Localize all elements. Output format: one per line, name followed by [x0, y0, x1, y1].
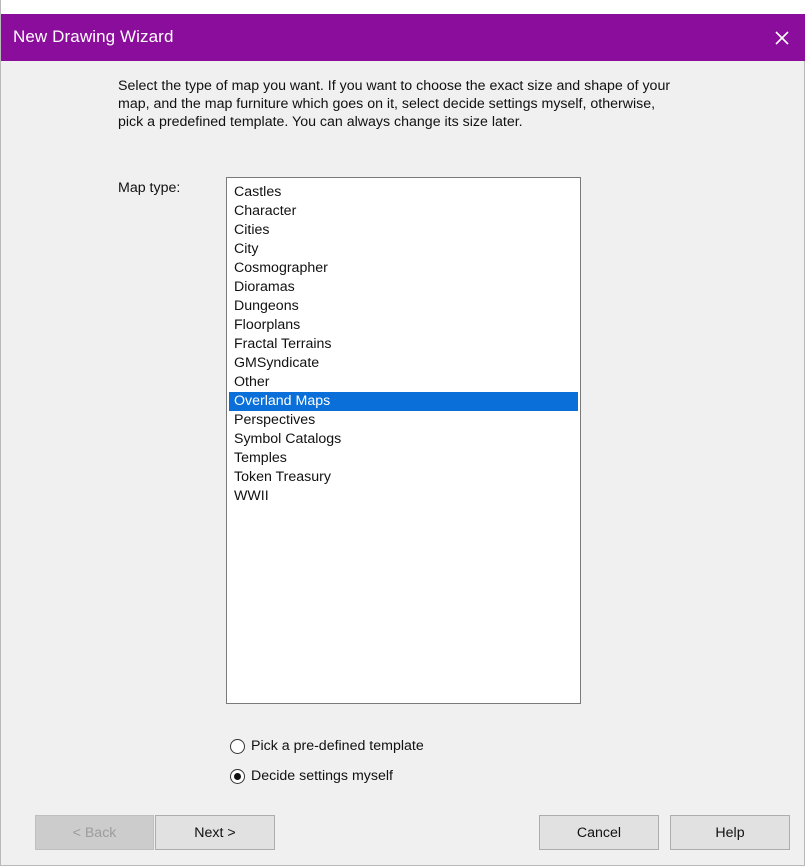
next-button[interactable]: Next >: [155, 815, 275, 850]
map-type-item[interactable]: WWII: [229, 487, 578, 506]
template-option-label: Pick a pre-defined template: [251, 738, 424, 754]
map-type-item[interactable]: Floorplans: [229, 316, 578, 335]
map-type-item[interactable]: Castles: [229, 183, 578, 202]
title-bar[interactable]: New Drawing Wizard: [1, 14, 805, 61]
map-type-item[interactable]: Cities: [229, 221, 578, 240]
template-option[interactable]: Pick a pre-defined template: [230, 736, 424, 756]
back-button[interactable]: < Back: [35, 815, 154, 850]
map-type-item[interactable]: Fractal Terrains: [229, 335, 578, 354]
map-type-item[interactable]: Dioramas: [229, 278, 578, 297]
instructions-text: Select the type of map you want. If you …: [118, 78, 671, 130]
custom-settings-option[interactable]: Decide settings myself: [230, 766, 393, 786]
cancel-button[interactable]: Cancel: [539, 815, 659, 850]
wizard-window: New Drawing Wizard Select the type of ma…: [0, 0, 805, 866]
map-type-item[interactable]: Other: [229, 373, 578, 392]
map-type-label: Map type:: [118, 180, 181, 196]
map-type-item[interactable]: Overland Maps: [229, 392, 578, 411]
map-type-item[interactable]: Symbol Catalogs: [229, 430, 578, 449]
map-type-item[interactable]: Cosmographer: [229, 259, 578, 278]
map-type-item[interactable]: GMSyndicate: [229, 354, 578, 373]
custom-settings-radio[interactable]: [230, 768, 245, 784]
map-type-item[interactable]: Token Treasury: [229, 468, 578, 487]
map-type-item[interactable]: City: [229, 240, 578, 259]
window-top-edge: [1, 0, 805, 14]
map-type-listbox[interactable]: Castles Character Cities City Cosmographer Di…: [226, 177, 581, 704]
template-radio[interactable]: [230, 738, 245, 754]
custom-settings-option-label: Decide settings myself: [251, 768, 393, 784]
window-title: New Drawing Wizard: [13, 27, 174, 46]
close-icon[interactable]: [766, 22, 798, 54]
help-button[interactable]: Help: [670, 815, 790, 850]
map-type-item[interactable]: Temples: [229, 449, 578, 468]
map-type-item[interactable]: Perspectives: [229, 411, 578, 430]
map-type-item[interactable]: Dungeons: [229, 297, 578, 316]
map-type-item[interactable]: Character: [229, 202, 578, 221]
